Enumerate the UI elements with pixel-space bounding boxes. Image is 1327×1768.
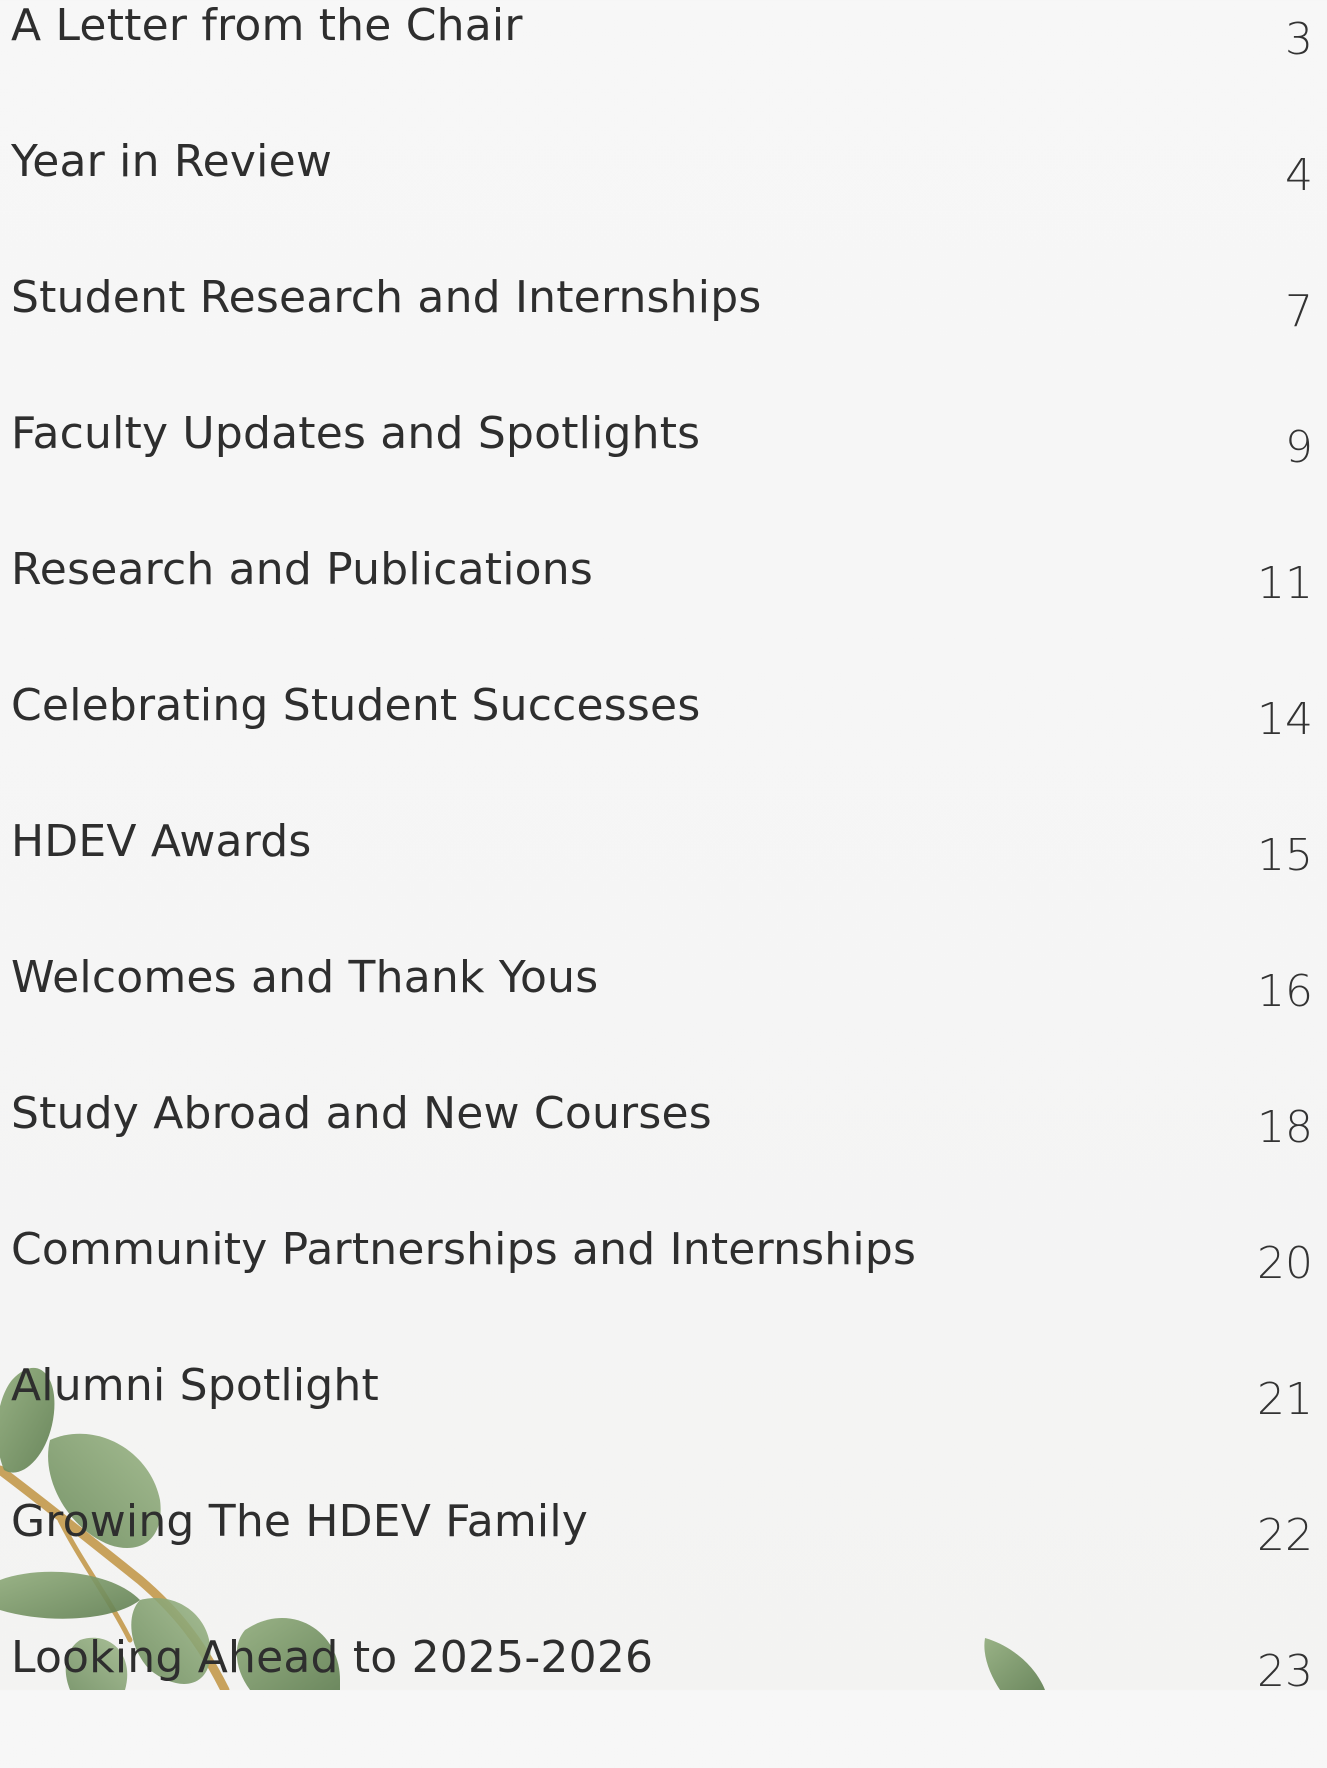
toc-entry[interactable]: Year in Review 4 (0, 136, 1327, 272)
toc-entry-page-number: 15 (1257, 830, 1313, 881)
toc-entry-title: Faculty Updates and Spotlights (11, 408, 701, 459)
toc-entry[interactable]: Celebrating Student Successes 14 (0, 680, 1327, 816)
toc-entry[interactable]: HDEV Awards 15 (0, 816, 1327, 952)
toc-entry-page-number: 7 (1285, 286, 1313, 337)
toc-entry-title: HDEV Awards (11, 816, 312, 867)
toc-entry-title: Research and Publications (11, 544, 593, 595)
toc-entry-title: Looking Ahead to 2025-2026 (11, 1632, 654, 1683)
toc-entry[interactable]: Faculty Updates and Spotlights 9 (0, 408, 1327, 544)
toc-entry-page-number: 3 (1285, 14, 1313, 65)
toc-entry-title: Alumni Spotlight (11, 1360, 379, 1411)
toc-entry-page-number: 4 (1285, 150, 1313, 201)
toc-entry-page-number: 21 (1257, 1374, 1313, 1425)
toc-entry[interactable]: Student Research and Internships 7 (0, 272, 1327, 408)
toc-entry[interactable]: Alumni Spotlight 21 (0, 1360, 1327, 1496)
toc-entry-title: Welcomes and Thank Yous (11, 952, 599, 1003)
toc-entry[interactable]: Community Partnerships and Internships 2… (0, 1224, 1327, 1360)
toc-entry-title: Growing The HDEV Family (11, 1496, 589, 1547)
toc-entry-page-number: 22 (1257, 1510, 1313, 1561)
toc-entry[interactable]: Research and Publications 11 (0, 544, 1327, 680)
toc-entry-title: Community Partnerships and Internships (11, 1224, 917, 1275)
table-of-contents-page: A Letter from the Chair 3 Year in Review… (0, 0, 1327, 1697)
toc-entry-title: Year in Review (11, 136, 333, 187)
toc-entry[interactable]: Growing The HDEV Family 22 (0, 1496, 1327, 1632)
toc-entry-title: A Letter from the Chair (11, 0, 523, 51)
toc-entry-title: Study Abroad and New Courses (11, 1088, 712, 1139)
toc-entry-page-number: 23 (1257, 1646, 1313, 1697)
toc-entry[interactable]: Study Abroad and New Courses 18 (0, 1088, 1327, 1224)
toc-entry[interactable]: A Letter from the Chair 3 (0, 0, 1327, 136)
toc-entry-page-number: 11 (1257, 558, 1313, 609)
toc-entry-page-number: 20 (1257, 1238, 1313, 1289)
toc-entry[interactable]: Looking Ahead to 2025-2026 23 (0, 1632, 1327, 1768)
toc-entry-page-number: 18 (1257, 1102, 1313, 1153)
toc-entry-title: Student Research and Internships (11, 272, 762, 323)
toc-entry-title: Celebrating Student Successes (11, 680, 701, 731)
toc-entry-page-number: 14 (1257, 694, 1313, 745)
toc-entry-page-number: 16 (1257, 966, 1313, 1017)
toc-entry[interactable]: Welcomes and Thank Yous 16 (0, 952, 1327, 1088)
toc-entry-page-number: 9 (1285, 422, 1313, 473)
